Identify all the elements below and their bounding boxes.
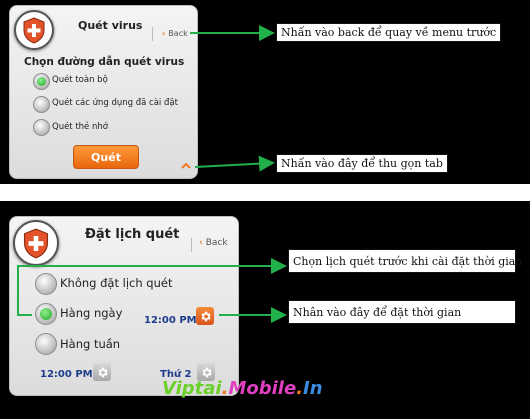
annotation-time: Nhân vào đây để đặt thời gian	[288, 300, 516, 324]
watermark-part: Viptai	[162, 378, 222, 399]
annotation-arrows	[17, 25, 287, 323]
watermark-part: .	[296, 378, 303, 399]
annotation-back: Nhấn vào back để quay về menu trước	[276, 23, 502, 42]
annotation-schedule: Chọn lịch quét trước khi cài đặt thời gi…	[288, 249, 522, 273]
arrow-schedule-note	[17, 258, 287, 316]
annotation-collapse: Nhấn vào đây để thu gọn tab	[276, 154, 448, 173]
watermark-part: In	[303, 378, 323, 399]
watermark-part: Mobile	[228, 378, 297, 399]
watermark-logo: Viptai . Mobile . In	[162, 378, 323, 399]
arrow-collapse-note	[194, 155, 275, 172]
watermark-part: .	[221, 378, 229, 399]
